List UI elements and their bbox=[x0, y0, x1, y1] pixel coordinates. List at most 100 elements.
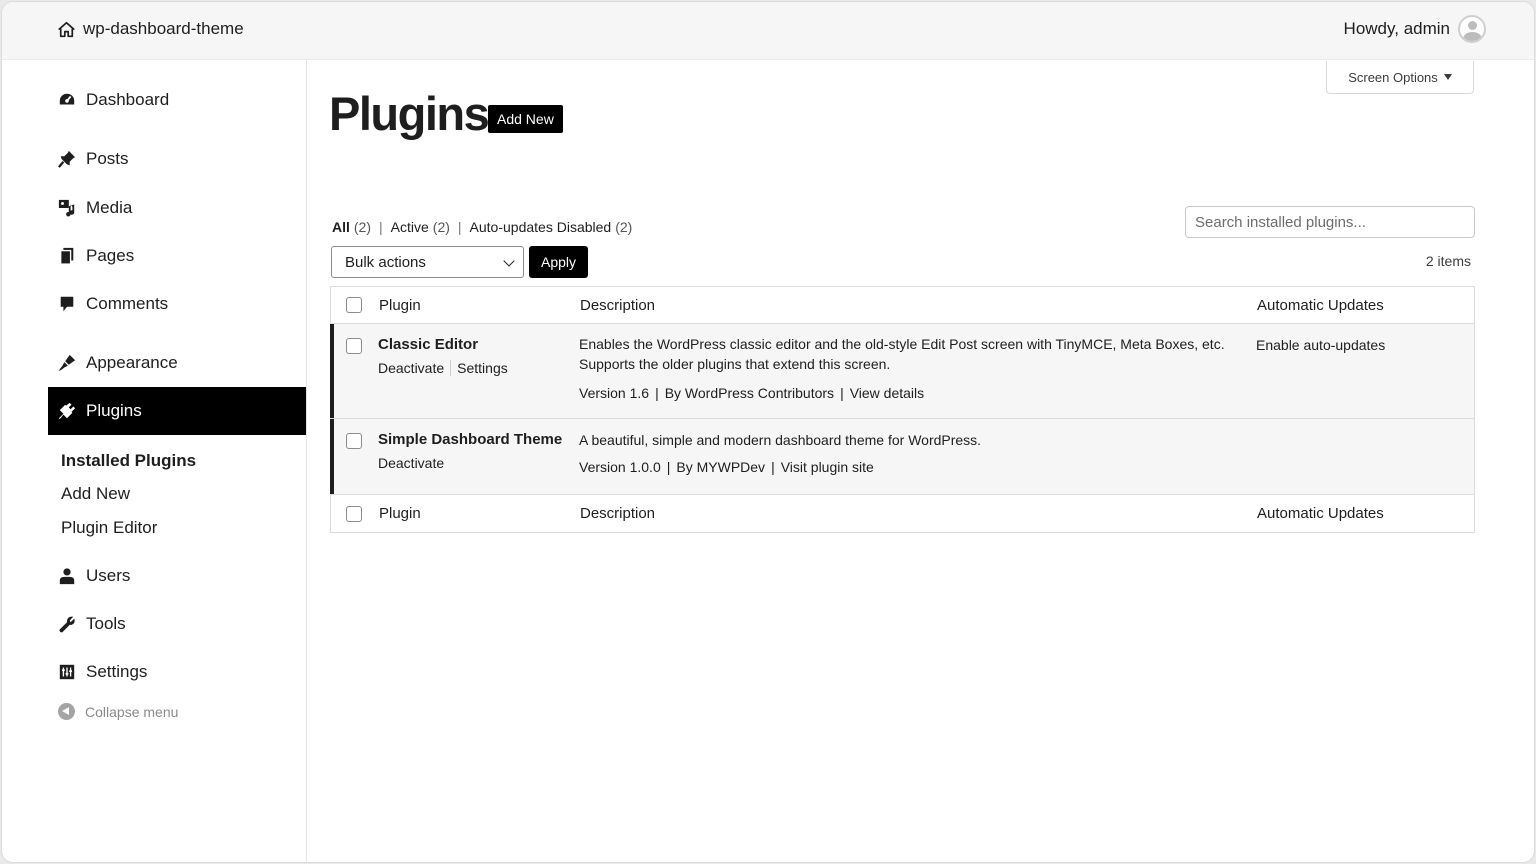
table-header-row: Plugin Description Automatic Updates bbox=[331, 287, 1474, 324]
pin-icon bbox=[58, 150, 76, 168]
media-icon bbox=[58, 199, 75, 217]
plugin-version: Version 1.0.0 bbox=[579, 459, 661, 475]
plugins-table: Plugin Description Automatic Updates Cla… bbox=[330, 286, 1475, 533]
sidebar-item-posts[interactable]: Posts bbox=[48, 135, 306, 183]
page-title: Plugins bbox=[329, 87, 490, 140]
row-actions: Deactivate bbox=[378, 455, 444, 471]
collapse-menu-label: Collapse menu bbox=[85, 703, 179, 720]
row-checkbox[interactable] bbox=[346, 338, 362, 354]
sidebar-item-tools[interactable]: Tools bbox=[48, 600, 306, 648]
column-header-plugin[interactable]: Plugin bbox=[379, 297, 421, 314]
plugin-meta: Version 1.0.0 | By MYWPDev | Visit plugi… bbox=[579, 459, 874, 475]
settings-link[interactable]: Settings bbox=[457, 360, 508, 376]
table-row: Simple Dashboard Theme Deactivate A beau… bbox=[330, 419, 1474, 495]
apply-button[interactable]: Apply bbox=[529, 246, 588, 278]
main-content: Screen Options Plugins Add New All (2) |… bbox=[308, 60, 1534, 862]
account-menu[interactable]: Howdy, admin bbox=[1344, 15, 1486, 43]
admin-bar: wp-dashboard-theme Howdy, admin bbox=[2, 2, 1534, 60]
sidebar-item-settings[interactable]: Settings bbox=[48, 648, 306, 696]
screen-options-label: Screen Options bbox=[1348, 69, 1438, 85]
table-footer-row: Plugin Description Automatic Updates bbox=[331, 495, 1474, 532]
dashboard-icon bbox=[59, 93, 75, 105]
sidebar-item-pages[interactable]: Pages bbox=[48, 232, 306, 280]
avatar[interactable] bbox=[1458, 15, 1486, 43]
table-row: Classic Editor Deactivate Settings Enabl… bbox=[330, 324, 1474, 419]
collapse-menu-button[interactable]: Collapse menu bbox=[58, 703, 178, 720]
search-input[interactable] bbox=[1185, 206, 1475, 238]
window-frame: wp-dashboard-theme Howdy, admin Dashboar… bbox=[1, 1, 1535, 863]
sidebar-item-comments[interactable]: Comments bbox=[48, 280, 306, 328]
screen-options-button[interactable]: Screen Options bbox=[1326, 61, 1474, 94]
row-actions: Deactivate Settings bbox=[378, 360, 508, 376]
sidebar-item-label: Settings bbox=[86, 662, 148, 681]
column-header-description: Description bbox=[580, 297, 656, 314]
sidebar-item-label: Posts bbox=[86, 149, 129, 168]
plugin-status-filters: All (2) | Active (2) | Auto-updates Disa… bbox=[332, 219, 632, 235]
plugin-author[interactable]: By WordPress Contributors bbox=[665, 385, 834, 401]
submenu-add-new[interactable]: Add New bbox=[61, 484, 130, 504]
submenu-plugin-editor[interactable]: Plugin Editor bbox=[61, 518, 157, 538]
column-footer-description: Description bbox=[580, 505, 656, 522]
sidebar-item-label: Media bbox=[86, 198, 133, 217]
plugin-icon bbox=[58, 402, 76, 420]
view-details-link[interactable]: View details bbox=[850, 385, 924, 401]
column-footer-auto-updates: Automatic Updates bbox=[1257, 505, 1384, 522]
plugin-name: Simple Dashboard Theme bbox=[378, 431, 563, 448]
sidebar-item-label: Appearance bbox=[86, 353, 178, 372]
home-icon bbox=[58, 21, 75, 37]
column-footer-plugin[interactable]: Plugin bbox=[379, 505, 421, 522]
sidebar-item-users[interactable]: Users bbox=[48, 552, 306, 600]
site-link[interactable]: wp-dashboard-theme bbox=[58, 19, 244, 39]
plugin-meta: Version 1.6 | By WordPress Contributors … bbox=[579, 385, 924, 401]
meta-separator: | bbox=[771, 459, 775, 475]
sidebar-item-label: Tools bbox=[86, 614, 126, 633]
items-count: 2 items bbox=[1425, 253, 1471, 269]
add-new-button[interactable]: Add New bbox=[488, 105, 563, 133]
filter-separator: | bbox=[379, 219, 383, 235]
comment-icon bbox=[60, 296, 74, 312]
submenu-installed-plugins[interactable]: Installed Plugins bbox=[61, 451, 196, 471]
plugin-name: Classic Editor bbox=[378, 336, 479, 353]
sidebar-item-media[interactable]: Media bbox=[48, 184, 306, 232]
settings-icon bbox=[59, 664, 75, 680]
pages-icon bbox=[60, 247, 74, 265]
filter-separator: | bbox=[457, 219, 462, 235]
filter-label: Active bbox=[390, 219, 429, 235]
plugin-version: Version 1.6 bbox=[579, 385, 650, 401]
visit-plugin-site-link[interactable]: Visit plugin site bbox=[781, 459, 874, 475]
plugin-author[interactable]: By MYWPDev bbox=[676, 459, 765, 475]
select-all-checkbox-footer[interactable] bbox=[346, 506, 362, 522]
plugin-description: Enables the WordPress classic editor and… bbox=[579, 336, 1225, 372]
plugin-description: A beautiful, simple and modern dashboard… bbox=[579, 432, 982, 448]
sidebar-item-dashboard[interactable]: Dashboard bbox=[48, 76, 306, 124]
filter-auto-updates-disabled[interactable]: Auto-updates Disabled (2) bbox=[470, 219, 633, 235]
row-checkbox[interactable] bbox=[346, 433, 362, 449]
select-all-checkbox[interactable] bbox=[346, 297, 362, 313]
meta-separator: | bbox=[840, 385, 844, 401]
sidebar-item-label: Users bbox=[86, 566, 131, 585]
filter-all[interactable]: All (2) bbox=[332, 219, 371, 235]
chevron-down-icon bbox=[503, 255, 515, 267]
sidebar-item-plugins[interactable]: Plugins bbox=[48, 387, 306, 435]
bulk-actions-value: Bulk actions bbox=[345, 253, 426, 271]
deactivate-link[interactable]: Deactivate bbox=[378, 360, 444, 376]
filter-count: (2) bbox=[615, 219, 633, 235]
brush-icon bbox=[58, 354, 76, 372]
filter-count: (2) bbox=[353, 219, 372, 235]
sidebar-item-label: Pages bbox=[86, 246, 135, 265]
sidebar-item-label: Plugins bbox=[86, 401, 142, 420]
deactivate-link[interactable]: Deactivate bbox=[378, 455, 444, 471]
column-header-auto-updates: Automatic Updates bbox=[1257, 297, 1384, 314]
user-icon bbox=[59, 568, 75, 585]
admin-sidebar: Dashboard Posts Media Pages Comments App… bbox=[2, 60, 307, 862]
collapse-arrow-icon bbox=[58, 703, 75, 720]
filter-label: Auto-updates Disabled bbox=[469, 219, 612, 235]
enable-auto-updates-link[interactable]: Enable auto-updates bbox=[1256, 337, 1385, 353]
meta-separator: | bbox=[666, 459, 671, 475]
bulk-actions-select[interactable]: Bulk actions bbox=[331, 246, 524, 278]
sidebar-item-label: Dashboard bbox=[86, 90, 170, 109]
sidebar-item-appearance[interactable]: Appearance bbox=[48, 339, 306, 387]
filter-count: (2) bbox=[432, 219, 450, 235]
wrench-icon bbox=[59, 616, 75, 633]
filter-active[interactable]: Active (2) bbox=[391, 219, 450, 235]
